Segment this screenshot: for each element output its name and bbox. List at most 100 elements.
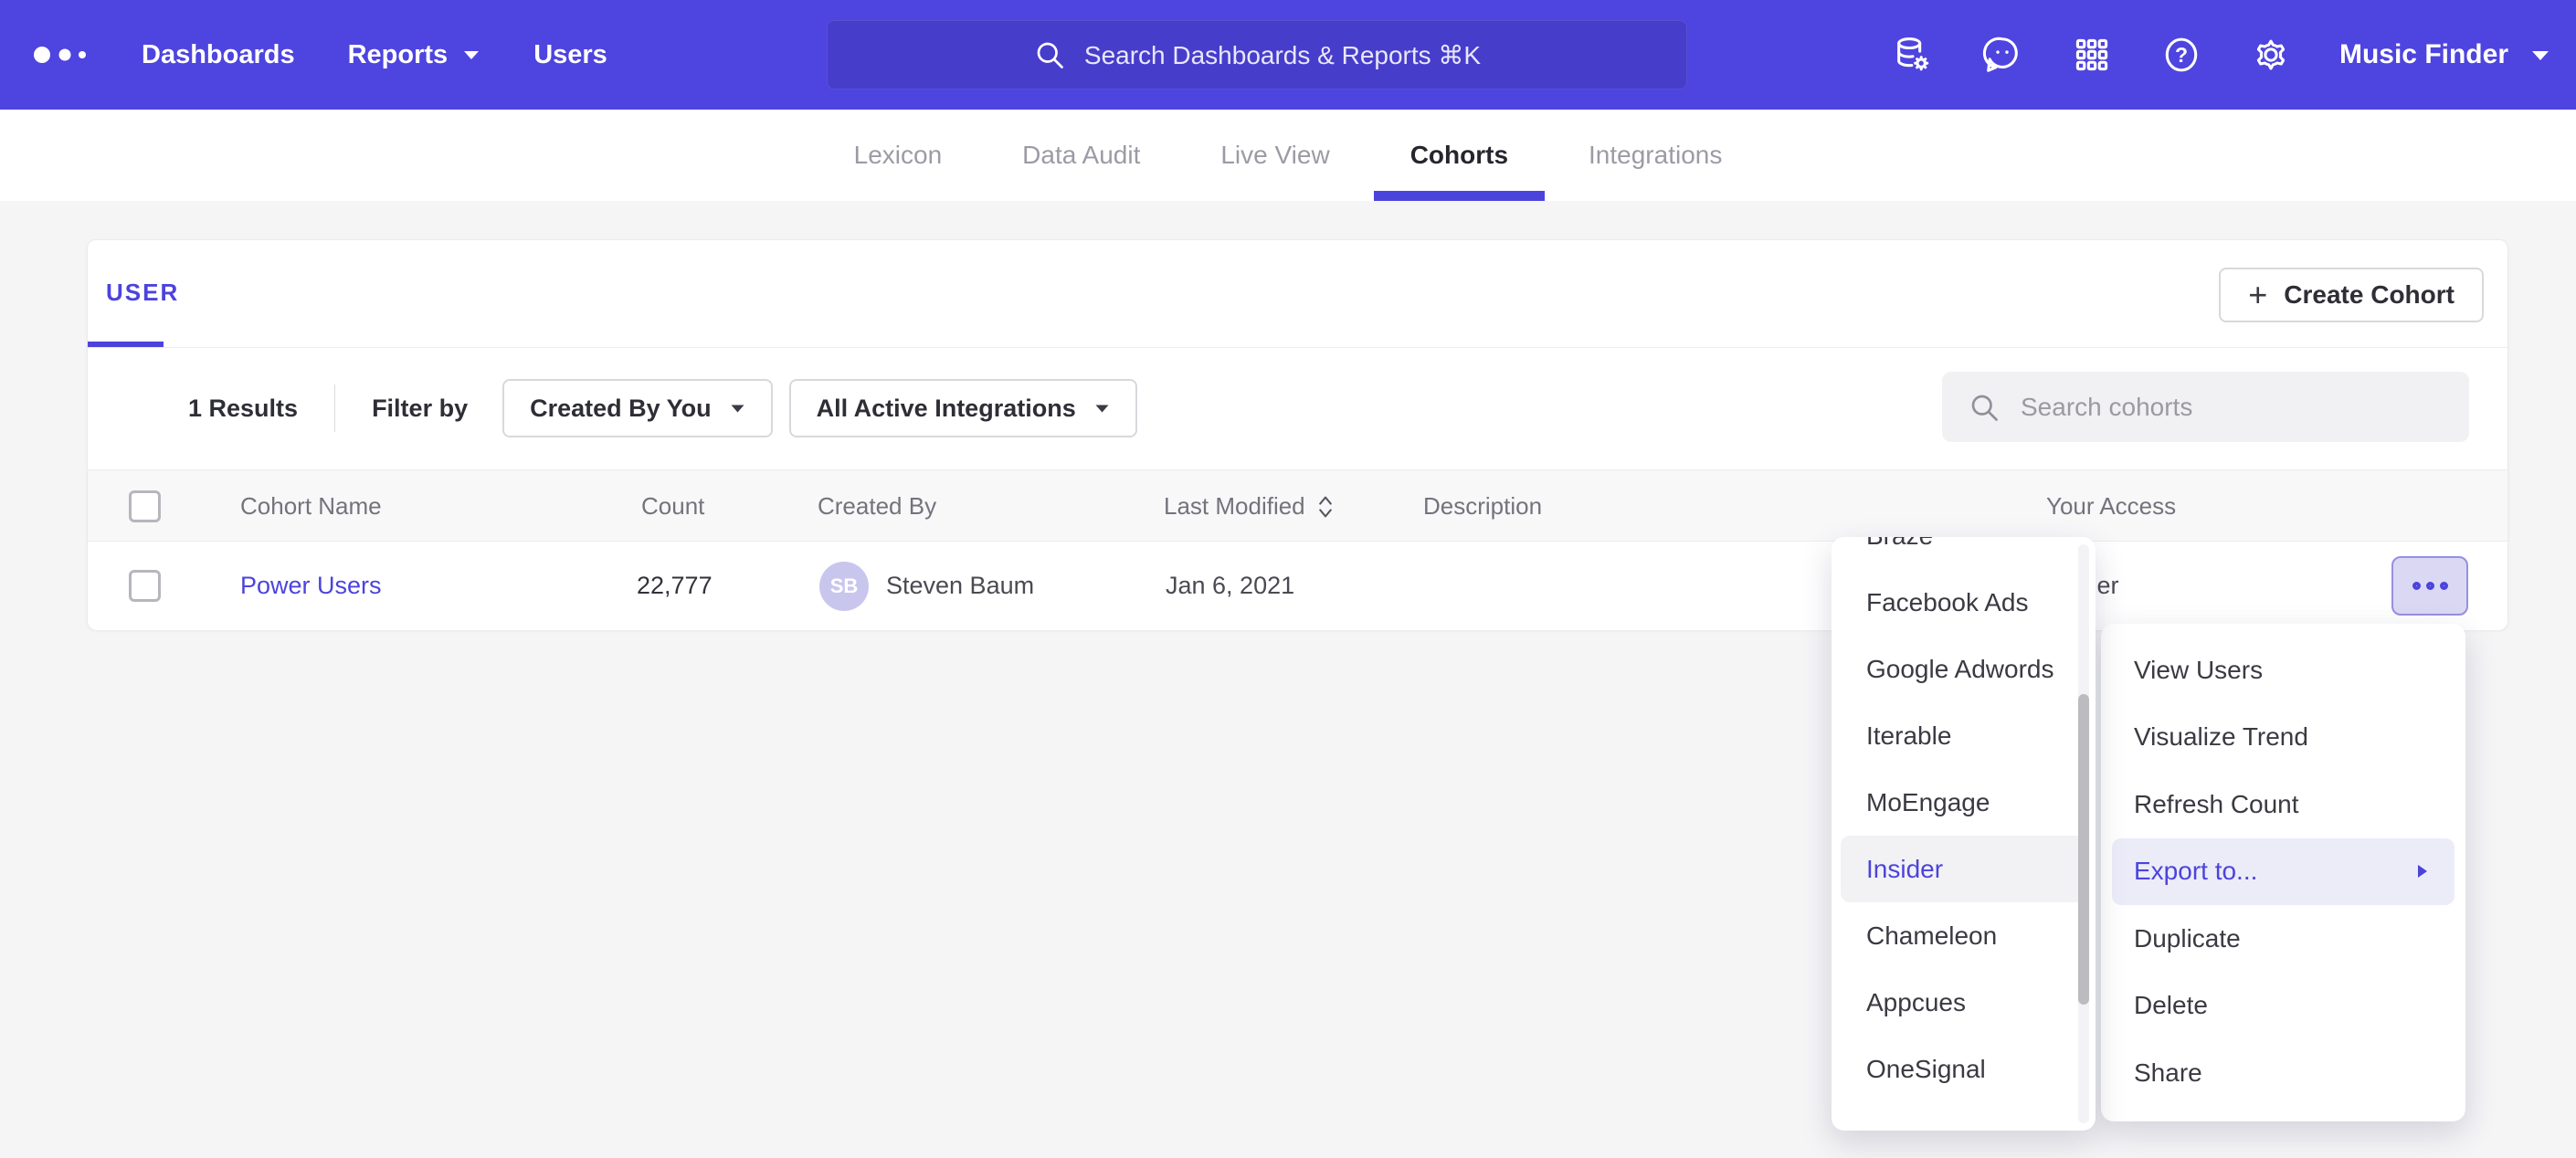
data-management-icon[interactable] (1892, 34, 1934, 76)
col-count[interactable]: Count (641, 470, 704, 542)
export-submenu: Braze Facebook Ads Google Adwords Iterab… (1832, 537, 2096, 1131)
results-count: 1 Results (188, 395, 298, 423)
search-icon (1033, 38, 1066, 71)
col-label: Cohort Name (240, 492, 382, 521)
global-search-placeholder: Search Dashboards & Reports ⌘K (1084, 40, 1481, 70)
project-switcher[interactable]: Music Finder (2339, 39, 2550, 70)
sort-icon[interactable] (1316, 493, 1335, 521)
app-root: Dashboards Reports Users Search Dashboar… (0, 0, 2576, 1158)
cohort-type-tabs: USER + Create Cohort (88, 240, 2507, 347)
cohort-search-placeholder: Search cohorts (2021, 393, 2192, 422)
col-cohort-name[interactable]: Cohort Name (240, 470, 382, 542)
divider (334, 384, 335, 432)
cohorts-card: USER + Create Cohort 1 Results Filter by… (87, 239, 2508, 630)
filter-by-label: Filter by (372, 395, 468, 423)
nav-item-label: Dashboards (142, 40, 295, 70)
create-cohort-button[interactable]: + Create Cohort (2219, 268, 2484, 322)
tab-live-view[interactable]: Live View (1220, 110, 1329, 201)
nav-right-group: ? Music Finder (1892, 0, 2550, 110)
project-name: Music Finder (2339, 39, 2508, 70)
export-option-moengage[interactable]: MoEngage (1832, 769, 2096, 836)
chevron-down-icon (730, 403, 745, 414)
dot-icon (2426, 582, 2434, 590)
table-header: Cohort Name Count Created By Last Modifi… (88, 469, 2507, 542)
tab-label: Cohorts (1410, 141, 1508, 170)
row-actions-button[interactable] (2391, 556, 2468, 616)
col-label: Description (1423, 492, 1542, 521)
export-option-iterable[interactable]: Iterable (1832, 702, 2096, 769)
tab-label: Lexicon (854, 141, 943, 170)
integrations-filter-dropdown[interactable]: All Active Integrations (789, 379, 1137, 437)
col-last-modified[interactable]: Last Modified (1164, 470, 1335, 542)
tab-user-cohorts[interactable]: USER (106, 279, 179, 307)
menu-item-view-users[interactable]: View Users (2101, 637, 2465, 704)
nav-item-label: Reports (348, 40, 449, 70)
svg-text:?: ? (2175, 43, 2188, 67)
settings-gear-icon[interactable] (2250, 34, 2292, 76)
nav-item-dashboards[interactable]: Dashboards (142, 40, 295, 70)
search-icon (1968, 391, 2001, 424)
tab-lexicon[interactable]: Lexicon (854, 110, 943, 201)
tab-integrations[interactable]: Integrations (1589, 110, 1722, 201)
export-option-chameleon[interactable]: Chameleon (1832, 902, 2096, 969)
section-tabs: Lexicon Data Audit Live View Cohorts Int… (0, 110, 2576, 201)
active-tab-underline (1374, 191, 1545, 201)
export-options-list: Braze Facebook Ads Google Adwords Iterab… (1832, 537, 2096, 1102)
brand-logo-icon[interactable] (29, 37, 102, 78)
export-option-onesignal[interactable]: OneSignal (1832, 1036, 2096, 1102)
tab-cohorts[interactable]: Cohorts (1410, 110, 1508, 201)
top-nav: Dashboards Reports Users Search Dashboar… (0, 0, 2576, 110)
created-by-value: Steven Baum (886, 542, 1034, 630)
col-your-access[interactable]: Your Access (2046, 470, 2176, 542)
menu-item-label: Export to... (2134, 857, 2257, 886)
filter-row: 1 Results Filter by Created By You All A… (88, 347, 2507, 469)
select-all-checkbox[interactable] (129, 490, 161, 522)
dot-icon (2440, 582, 2448, 590)
menu-item-export-to[interactable]: Export to... (2112, 838, 2455, 906)
export-option-braze[interactable]: Braze (1832, 537, 2096, 569)
plus-icon: + (2248, 279, 2267, 311)
menu-item-delete[interactable]: Delete (2101, 973, 2465, 1040)
export-option-google-adwords[interactable]: Google Adwords (1832, 636, 2096, 702)
export-option-appcues[interactable]: Appcues (1832, 969, 2096, 1036)
tab-label: Integrations (1589, 141, 1722, 170)
scrollbar-thumb[interactable] (2078, 694, 2089, 1005)
col-description[interactable]: Description (1423, 470, 1542, 542)
menu-item-visualize-trend[interactable]: Visualize Trend (2101, 704, 2465, 772)
col-created-by[interactable]: Created By (818, 470, 936, 542)
nav-item-users[interactable]: Users (533, 40, 607, 70)
created-by-filter-value: Created By You (530, 395, 712, 423)
primary-nav: Dashboards Reports Users (142, 0, 607, 110)
tab-data-audit[interactable]: Data Audit (1022, 110, 1140, 201)
global-search-input[interactable]: Search Dashboards & Reports ⌘K (827, 20, 1687, 89)
export-option-facebook-ads[interactable]: Facebook Ads (1832, 569, 2096, 636)
apps-grid-icon[interactable] (2071, 34, 2113, 76)
menu-item-share[interactable]: Share (2101, 1039, 2465, 1107)
col-label: Last Modified (1164, 492, 1305, 521)
row-checkbox[interactable] (129, 570, 161, 602)
nav-item-label: Users (533, 40, 607, 70)
export-option-insider[interactable]: Insider (1841, 836, 2086, 902)
chevron-down-icon (2530, 48, 2550, 62)
col-label: Count (641, 492, 704, 521)
tab-label: Data Audit (1022, 141, 1140, 170)
menu-item-duplicate[interactable]: Duplicate (2101, 905, 2465, 973)
menu-item-refresh-count[interactable]: Refresh Count (2101, 771, 2465, 838)
dot-icon (2412, 582, 2421, 590)
integrations-filter-value: All Active Integrations (817, 395, 1076, 423)
tab-label: Live View (1220, 141, 1329, 170)
help-icon[interactable]: ? (2160, 34, 2202, 76)
last-modified-value: Jan 6, 2021 (1166, 542, 1294, 630)
create-cohort-label: Create Cohort (2284, 280, 2455, 310)
cohort-search-input[interactable]: Search cohorts (1942, 372, 2469, 442)
cohort-name-link[interactable]: Power Users (240, 542, 382, 630)
nav-item-reports[interactable]: Reports (348, 40, 481, 70)
avatar: SB (819, 562, 869, 611)
col-label: Created By (818, 492, 936, 521)
col-label: Your Access (2046, 492, 2176, 521)
feedback-icon[interactable] (1981, 34, 2023, 76)
avatar-cell: SB (819, 542, 869, 630)
row-checkbox-cell (129, 542, 161, 630)
created-by-filter-dropdown[interactable]: Created By You (502, 379, 773, 437)
row-actions-menu: View Users Visualize Trend Refresh Count… (2101, 624, 2465, 1121)
